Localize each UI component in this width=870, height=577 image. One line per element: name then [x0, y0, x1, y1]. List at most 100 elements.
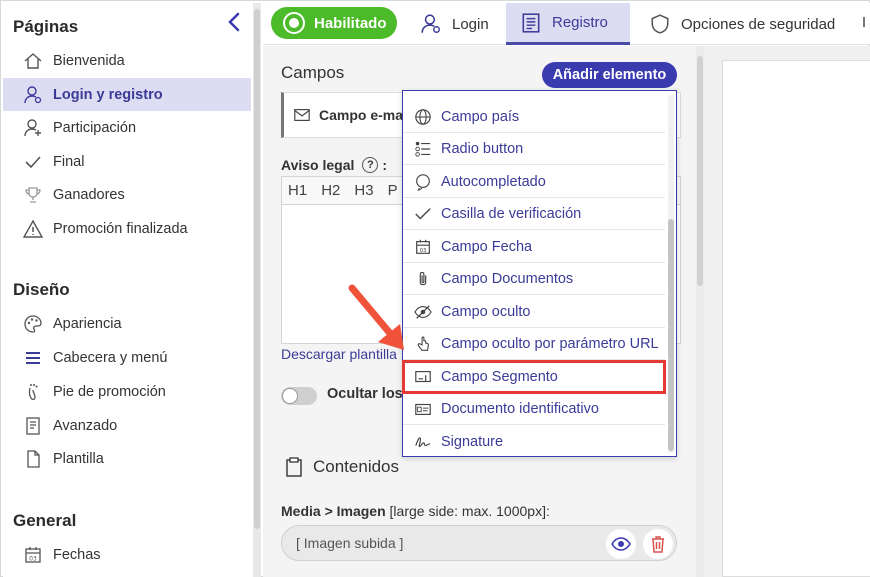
sidebar-item-pie-promocion[interactable]: Pie de promoción: [3, 375, 251, 408]
eye-off-icon: [413, 302, 433, 322]
footprint-icon: [21, 380, 45, 404]
sidebar-item-label: Apariencia: [53, 315, 122, 332]
collapse-sidebar-button[interactable]: [225, 11, 243, 33]
form-icon: [522, 12, 540, 33]
dropdown-item-label: Campo país: [441, 108, 520, 125]
sidebar-item-label: Login y registro: [53, 86, 163, 103]
signature-icon: [413, 432, 433, 452]
sidebar-item-plantilla[interactable]: Plantilla: [3, 442, 251, 475]
chevron-left-icon: [228, 12, 240, 32]
menu-icon: [21, 346, 45, 370]
dropdown-item-label: Documento identificativo: [441, 400, 599, 417]
dropdown-item-radio-button[interactable]: Radio button: [403, 133, 665, 165]
dropdown-item-campo-pais[interactable]: Campo país: [403, 101, 665, 133]
tab-opciones-seguridad[interactable]: Opciones de seguridad: [635, 3, 849, 45]
home-icon: [21, 49, 45, 73]
tab-login[interactable]: Login: [406, 3, 503, 45]
dropdown-item-label: Signature: [441, 434, 504, 450]
preview-panel: [704, 46, 870, 577]
dropdown-item-campo-oculto[interactable]: Campo oculto: [403, 296, 665, 328]
field-card-label: Campo e-ma: [319, 107, 404, 123]
sidebar-item-avanzado[interactable]: Avanzado: [3, 409, 251, 442]
shield-icon: [651, 14, 669, 34]
sidebar-item-label: Fechas: [53, 546, 101, 563]
globe-icon: [413, 107, 433, 127]
aviso-legal-label: Aviso legal ? :: [281, 157, 387, 173]
add-element-dropdown: Campo país Radio button Autocompletado C…: [402, 90, 677, 457]
tab-registro[interactable]: Registro: [506, 3, 630, 45]
dropdown-scroll-thumb[interactable]: [668, 219, 674, 451]
enabled-toggle-label: Habilitado: [314, 14, 387, 32]
preview-page: [722, 60, 870, 577]
sidebar-item-login-registro[interactable]: Login y registro: [3, 78, 251, 111]
sidebar-item-ganadores[interactable]: Ganadores: [3, 178, 251, 211]
sidebar: Páginas Bienvenida Login y registro Part…: [3, 3, 253, 577]
id-card-icon: [413, 399, 433, 419]
dropdown-item-label: Campo Fecha: [441, 238, 533, 255]
contenidos-heading: Contenidos: [285, 457, 399, 477]
dropdown-item-campo-documentos[interactable]: Campo Documentos: [403, 263, 665, 295]
sidebar-item-label: Bienvenida: [53, 52, 125, 69]
delete-image-button[interactable]: [643, 529, 673, 559]
dropdown-item-autocompletado[interactable]: Autocompletado: [403, 166, 665, 198]
calendar-icon: 03: [413, 237, 433, 257]
checkmark-icon: [413, 204, 433, 224]
aviso-colon: :: [382, 157, 388, 173]
sidebar-scrollbar[interactable]: [253, 3, 261, 577]
clipboard-icon: [286, 457, 302, 477]
sidebar-item-label: Promoción finalizada: [53, 220, 188, 237]
dropdown-scrollbar[interactable]: [668, 95, 674, 453]
user-plus-icon: [21, 116, 45, 140]
add-element-button[interactable]: Añadir elemento: [542, 62, 677, 88]
sidebar-item-participacion[interactable]: Participación: [3, 111, 251, 144]
user-key-icon: [421, 14, 440, 33]
dropdown-item-campo-fecha[interactable]: 03 Campo Fecha: [403, 231, 665, 263]
more-tabs-icon[interactable]: [863, 17, 869, 27]
warning-icon: [21, 217, 45, 241]
dropdown-item-documento-identificativo[interactable]: Documento identificativo: [403, 393, 665, 425]
preview-image-button[interactable]: [606, 529, 636, 559]
dropdown-item-label: Campo oculto: [441, 303, 531, 320]
sidebar-item-final[interactable]: Final: [3, 145, 251, 178]
section-title-paginas: Páginas: [13, 17, 79, 36]
sidebar-item-promocion-finalizada[interactable]: Promoción finalizada: [3, 212, 251, 245]
dropdown-item-campo-oculto-url[interactable]: Campo oculto por parámetro URL: [403, 328, 665, 360]
help-icon[interactable]: ?: [362, 157, 379, 173]
ocultar-label: Ocultar los: [327, 386, 403, 402]
media-hint: [large side: max. 1000px]:: [389, 503, 550, 519]
sidebar-item-bienvenida[interactable]: Bienvenida: [3, 44, 251, 77]
trash-icon: [652, 536, 664, 553]
sidebar-item-apariencia[interactable]: Apariencia: [3, 307, 251, 340]
check-icon: [21, 150, 45, 174]
sidebar-item-label: Ganadores: [53, 186, 125, 203]
top-tab-bar: Habilitado Login Registro Opciones de se…: [263, 3, 870, 45]
svg-text:03: 03: [29, 555, 37, 562]
pointer-icon: [413, 334, 433, 354]
dropdown-item-signature[interactable]: Signature: [403, 426, 665, 458]
tool-p-button[interactable]: P: [388, 182, 398, 199]
calendar-icon: 03: [21, 543, 45, 567]
user-key-icon: [21, 83, 45, 107]
autocomplete-icon: [413, 172, 433, 192]
dropdown-item-label: Autocompletado: [441, 173, 546, 190]
sidebar-item-fechas[interactable]: 03 Fechas: [3, 538, 251, 571]
tool-h2-button[interactable]: H2: [321, 182, 340, 199]
palette-icon: [21, 312, 45, 336]
sidebar-item-cabecera-menu[interactable]: Cabecera y menú: [3, 341, 251, 374]
enabled-toggle[interactable]: Habilitado: [271, 7, 397, 39]
sidebar-item-label: Plantilla: [53, 450, 104, 467]
sidebar-scroll-thumb[interactable]: [254, 9, 260, 529]
tool-h3-button[interactable]: H3: [354, 182, 373, 199]
content-scrollbar[interactable]: [696, 46, 704, 577]
dropdown-item-label: Campo Segmento: [441, 368, 558, 385]
hide-switch[interactable]: [281, 387, 317, 405]
document-gear-icon: [21, 414, 45, 438]
tool-h1-button[interactable]: H1: [288, 182, 307, 199]
dropdown-item-label: Campo oculto por parámetro URL: [441, 335, 659, 352]
content-scroll-thumb[interactable]: [697, 56, 703, 286]
sidebar-item-label: Cabecera y menú: [53, 349, 168, 366]
tab-label: Opciones de seguridad: [681, 15, 836, 33]
dropdown-item-campo-segmento[interactable]: Campo Segmento: [402, 360, 666, 394]
image-upload-field[interactable]: [ Imagen subida ]: [281, 525, 677, 561]
dropdown-item-casilla-verificacion[interactable]: Casilla de verificación: [403, 198, 665, 230]
